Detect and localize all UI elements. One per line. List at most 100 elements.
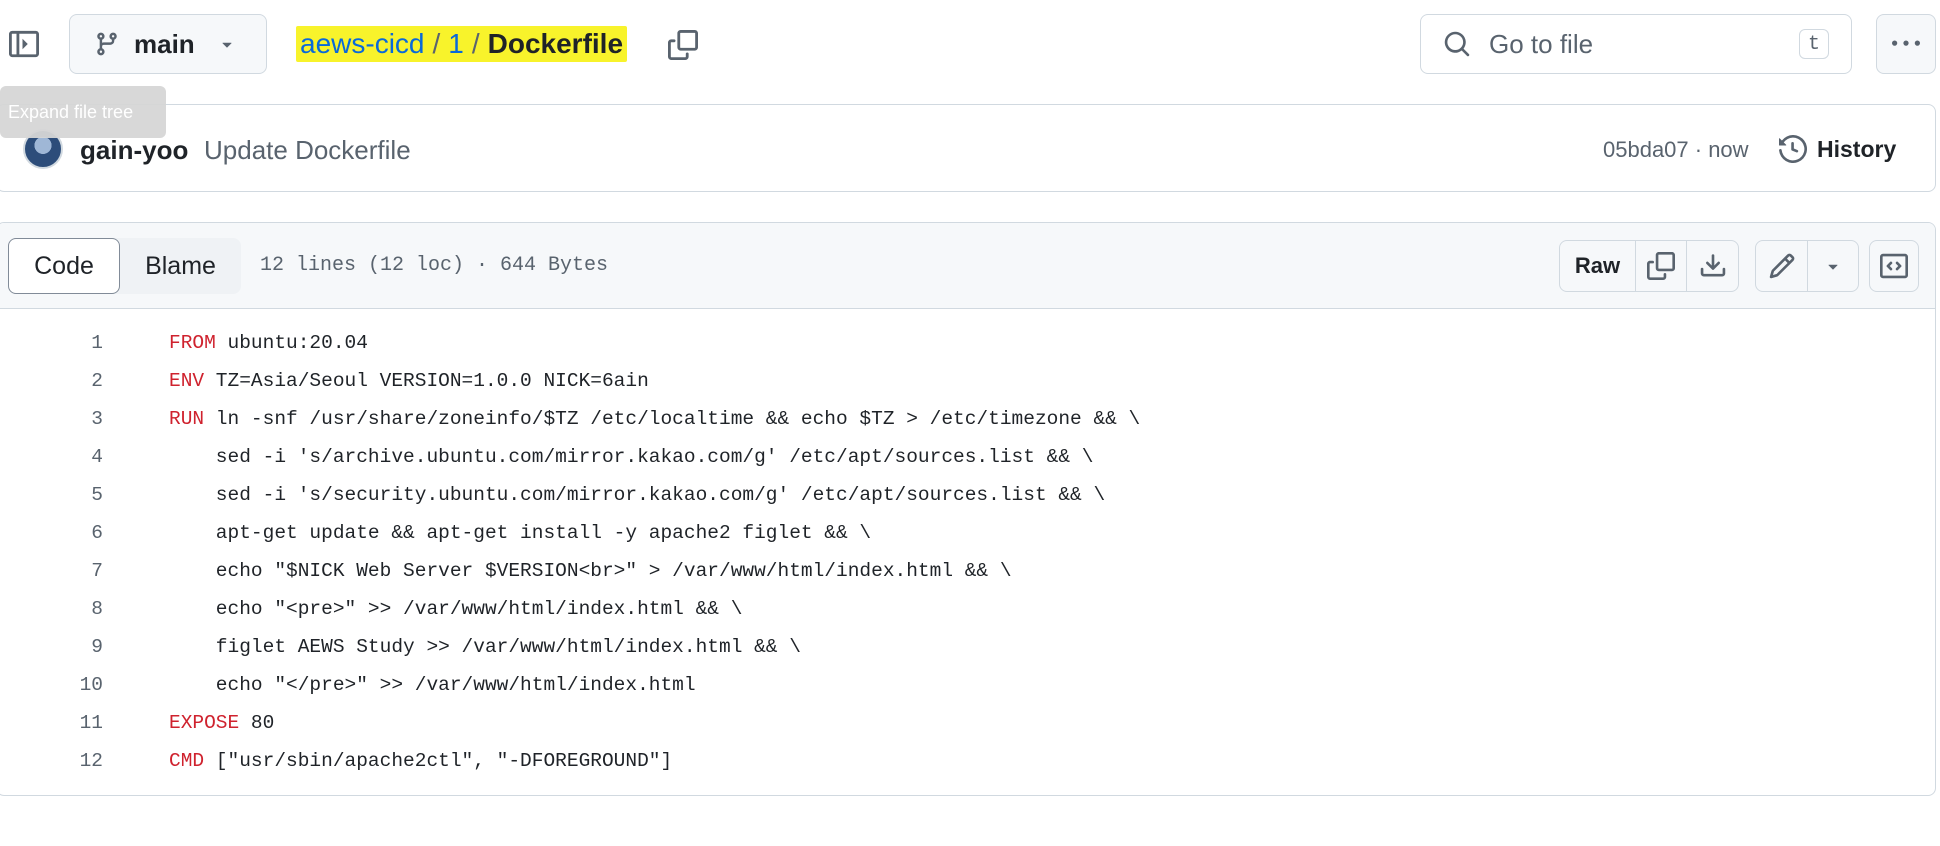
line-text: ["usr/sbin/apache2ctl", "-DFOREGROUND"]: [204, 750, 673, 772]
line-number[interactable]: 7: [25, 552, 103, 590]
go-to-file-search[interactable]: t: [1420, 14, 1852, 74]
edit-actions-group: [1755, 240, 1859, 292]
chevron-down-icon: [1828, 264, 1838, 270]
dockerfile-keyword: RUN: [169, 408, 205, 430]
code-line: 4 sed -i 's/archive.ubuntu.com/mirror.ka…: [0, 438, 1935, 476]
dockerfile-keyword: EXPOSE: [169, 712, 240, 734]
copy-icon: [668, 30, 698, 60]
edit-options-dropdown[interactable]: [1808, 241, 1858, 291]
code-line: 7 echo "$NICK Web Server $VERSION<br>" >…: [0, 552, 1935, 590]
kebab-horizontal-icon: [1892, 40, 1920, 46]
line-content: echo "$NICK Web Server $VERSION<br>" > /…: [169, 552, 1012, 590]
branch-selector[interactable]: main: [69, 14, 267, 74]
breadcrumb-dir-link[interactable]: 1: [448, 28, 464, 59]
code-line: 10 echo "</pre>" >> /var/www/html/index.…: [0, 666, 1935, 704]
edit-file-button[interactable]: [1756, 241, 1808, 291]
line-content: FROM ubuntu:20.04: [169, 324, 368, 362]
breadcrumb: aews-cicd/1/Dockerfile: [296, 24, 628, 64]
symbols-panel-button[interactable]: [1869, 240, 1919, 292]
breadcrumb-separator: /: [471, 28, 480, 59]
line-number[interactable]: 5: [25, 476, 103, 514]
line-content: figlet AEWS Study >> /var/www/html/index…: [169, 628, 801, 666]
file-viewer-header: Code Blame 12 lines (12 loc) · 644 Bytes…: [0, 223, 1935, 309]
expand-file-tree-tooltip: Expand file tree: [0, 86, 166, 138]
history-label: History: [1817, 135, 1897, 162]
download-icon: [1700, 254, 1725, 277]
file-header: main aews-cicd/1/Dockerfile t: [0, 0, 1940, 88]
sidebar-expand-icon: [9, 30, 39, 58]
line-content: echo "</pre>" >> /var/www/html/index.htm…: [169, 666, 696, 704]
line-text: TZ=Asia/Seoul VERSION=1.0.0 NICK=6ain: [204, 370, 649, 392]
line-text: echo "</pre>" >> /var/www/html/index.htm…: [169, 674, 696, 696]
line-text: echo "<pre>" >> /var/www/html/index.html…: [169, 598, 743, 620]
copy-path-button[interactable]: [664, 26, 702, 64]
download-button[interactable]: [1687, 241, 1738, 291]
commit-author-link[interactable]: gain-yoo: [80, 135, 188, 166]
branch-name: main: [134, 28, 195, 59]
tab-blame[interactable]: Blame: [120, 238, 241, 294]
copy-raw-button[interactable]: [1636, 241, 1687, 291]
line-number[interactable]: 12: [25, 742, 103, 780]
line-text: sed -i 's/security.ubuntu.com/mirror.kak…: [169, 484, 1106, 506]
line-content: apt-get update && apt-get install -y apa…: [169, 514, 871, 552]
line-text: echo "$NICK Web Server $VERSION<br>" > /…: [169, 560, 1012, 582]
line-number[interactable]: 11: [25, 704, 103, 742]
history-icon: [1779, 135, 1807, 163]
line-number[interactable]: 10: [25, 666, 103, 704]
tab-code[interactable]: Code: [8, 238, 120, 294]
history-button[interactable]: History: [1779, 125, 1896, 173]
code-line: 11 EXPOSE 80: [0, 704, 1935, 742]
breadcrumb-separator: /: [432, 28, 441, 59]
line-number[interactable]: 9: [25, 628, 103, 666]
line-number[interactable]: 6: [25, 514, 103, 552]
breadcrumb-highlight: aews-cicd/1/Dockerfile: [296, 26, 628, 62]
line-content: ENV TZ=Asia/Seoul VERSION=1.0.0 NICK=6ai…: [169, 362, 649, 400]
code-line: 5 sed -i 's/security.ubuntu.com/mirror.k…: [0, 476, 1935, 514]
line-number[interactable]: 1: [25, 324, 103, 362]
more-options-button[interactable]: [1876, 14, 1936, 74]
code-view: 1 FROM ubuntu:20.04 2 ENV TZ=Asia/Seoul VER…: [0, 324, 1935, 780]
commit-sha-time[interactable]: 05bda07 · now: [1603, 137, 1749, 163]
line-text: ln -snf /usr/share/zoneinfo/$TZ /etc/loc…: [204, 408, 1141, 430]
line-number[interactable]: 8: [25, 590, 103, 628]
code-line: 1 FROM ubuntu:20.04: [0, 324, 1935, 362]
line-number[interactable]: 4: [25, 438, 103, 476]
expand-file-tree-button[interactable]: [0, 20, 48, 68]
view-mode-toggle: Code Blame: [8, 238, 241, 294]
line-number[interactable]: 2: [25, 362, 103, 400]
file-info: 12 lines (12 loc) · 644 Bytes: [260, 254, 609, 277]
commit-message-link[interactable]: Update Dockerfile: [204, 135, 411, 166]
breadcrumb-file-name: Dockerfile: [487, 28, 624, 59]
dockerfile-keyword: ENV: [169, 370, 205, 392]
line-content: CMD ["usr/sbin/apache2ctl", "-DFOREGROUN…: [169, 742, 672, 780]
code-line: 3 RUN ln -snf /usr/share/zoneinfo/$TZ /et…: [0, 400, 1935, 438]
keyboard-shortcut-hint: t: [1799, 29, 1829, 59]
line-content: RUN ln -snf /usr/share/zoneinfo/$TZ /etc…: [169, 400, 1140, 438]
latest-commit-bar: gain-yoo Update Dockerfile 05bda07 · now…: [0, 104, 1936, 192]
copy-icon: [1647, 252, 1675, 280]
dockerfile-keyword: FROM: [169, 332, 216, 354]
code-line: 6 apt-get update && apt-get install -y a…: [0, 514, 1935, 552]
line-text: figlet AEWS Study >> /var/www/html/index…: [169, 636, 801, 658]
line-number[interactable]: 3: [25, 400, 103, 438]
git-branch-icon: [97, 32, 117, 56]
line-content: EXPOSE 80: [169, 704, 274, 742]
dockerfile-keyword: CMD: [169, 750, 205, 772]
raw-button[interactable]: Raw: [1560, 241, 1636, 291]
code-line: 8 echo "<pre>" >> /var/www/html/index.ht…: [0, 590, 1935, 628]
pencil-icon: [1769, 253, 1794, 279]
symbols-icon: [1880, 253, 1908, 279]
code-line: 2 ENV TZ=Asia/Seoul VERSION=1.0.0 NICK=6a…: [0, 362, 1935, 400]
breadcrumb-repo-link[interactable]: aews-cicd: [300, 28, 424, 59]
line-text: ubuntu:20.04: [215, 332, 368, 354]
code-line: 9 figlet AEWS Study >> /var/www/html/ind…: [0, 628, 1935, 666]
line-text: apt-get update && apt-get install -y apa…: [169, 522, 872, 544]
search-icon: [1444, 31, 1470, 57]
raw-actions-group: Raw: [1559, 240, 1739, 292]
chevron-down-icon: [222, 42, 232, 48]
go-to-file-input[interactable]: [1489, 28, 1779, 60]
code-line: 12 CMD ["usr/sbin/apache2ctl", "-DFOREGRO…: [0, 742, 1935, 780]
line-content: sed -i 's/archive.ubuntu.com/mirror.kaka…: [169, 438, 1094, 476]
file-view-page: main aews-cicd/1/Dockerfile t: [0, 0, 1940, 846]
line-content: sed -i 's/security.ubuntu.com/mirror.kak…: [169, 476, 1105, 514]
